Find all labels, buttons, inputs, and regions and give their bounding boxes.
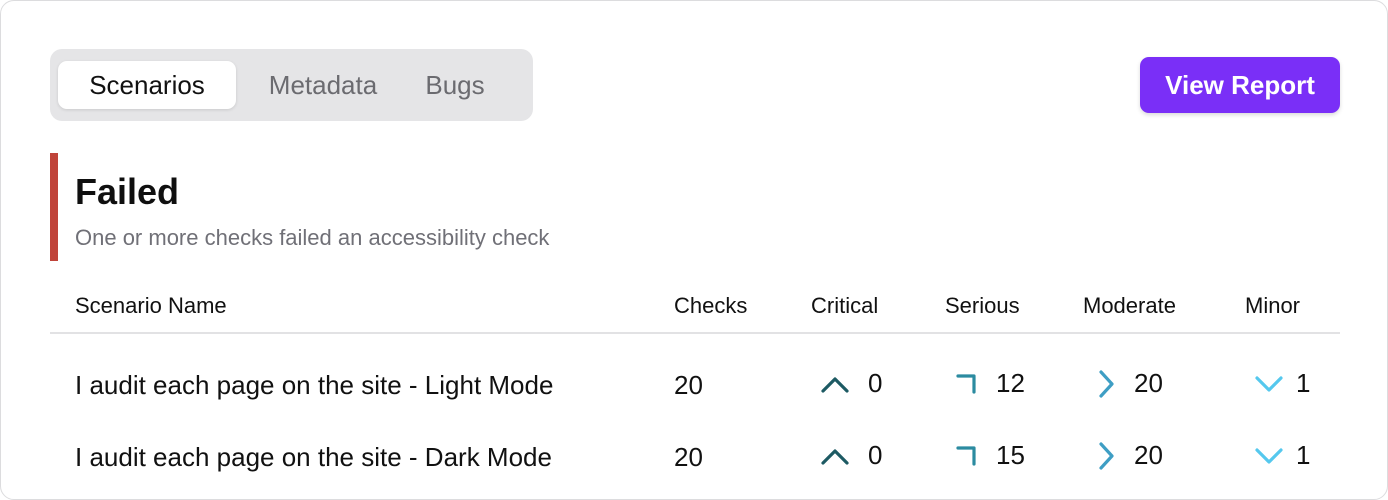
moderate-value: 20 [1134, 440, 1163, 470]
table-row[interactable]: I audit each page on the site - Light Mo… [50, 352, 1340, 424]
tab-bugs[interactable]: Bugs [410, 61, 500, 109]
failed-section-header: Failed One or more checks failed an acce… [50, 153, 750, 261]
minor-value: 1 [1296, 368, 1311, 398]
chevron-down-icon [1255, 375, 1283, 392]
scenario-name[interactable]: I audit each page on the site - Light Mo… [75, 370, 553, 401]
serious-count: 12 [956, 368, 1025, 399]
checks-count: 20 [674, 442, 703, 472]
section-title: Failed [75, 171, 180, 212]
tab-bar: Scenarios Metadata Bugs [50, 49, 533, 121]
scenario-name[interactable]: I audit each page on the site - Dark Mod… [75, 442, 552, 473]
column-header-serious[interactable]: Serious [945, 293, 1020, 319]
moderate-count: 20 [1096, 368, 1163, 399]
moderate-count: 20 [1096, 440, 1163, 471]
corner-arrow-icon [956, 373, 976, 394]
minor-value: 1 [1296, 440, 1311, 470]
tab-scenarios[interactable]: Scenarios [58, 61, 236, 109]
serious-value: 15 [996, 440, 1025, 470]
column-header-critical[interactable]: Critical [811, 293, 878, 319]
corner-arrow-icon [956, 445, 976, 466]
table-row[interactable]: I audit each page on the site - Dark Mod… [50, 424, 1340, 496]
critical-value: 0 [868, 440, 883, 470]
section-subtitle: One or more checks failed an accessibili… [75, 225, 550, 250]
checks-count: 20 [674, 370, 703, 400]
minor-count: 1 [1254, 368, 1310, 399]
chevron-right-icon [1099, 441, 1114, 470]
moderate-value: 20 [1134, 368, 1163, 398]
column-header-scenario-name[interactable]: Scenario Name [75, 293, 227, 319]
minor-count: 1 [1254, 440, 1310, 471]
scenarios-card: Scenarios Metadata Bugs View Report Fail… [0, 0, 1388, 500]
column-header-checks[interactable]: Checks [674, 293, 747, 319]
serious-count: 15 [956, 440, 1025, 471]
chevron-up-icon [821, 448, 849, 465]
critical-count: 0 [820, 368, 882, 399]
chevron-down-icon [1255, 447, 1283, 464]
scenario-table: Scenario Name Checks Critical Serious Mo… [50, 283, 1340, 496]
column-header-minor[interactable]: Minor [1245, 293, 1300, 319]
chevron-up-icon [821, 376, 849, 393]
critical-value: 0 [868, 368, 883, 398]
column-header-moderate[interactable]: Moderate [1083, 293, 1176, 319]
chevron-right-icon [1099, 369, 1114, 398]
tab-metadata[interactable]: Metadata [236, 61, 410, 109]
serious-value: 12 [996, 368, 1025, 398]
table-header: Scenario Name Checks Critical Serious Mo… [50, 283, 1340, 334]
critical-count: 0 [820, 440, 882, 471]
view-report-button[interactable]: View Report [1140, 57, 1340, 113]
